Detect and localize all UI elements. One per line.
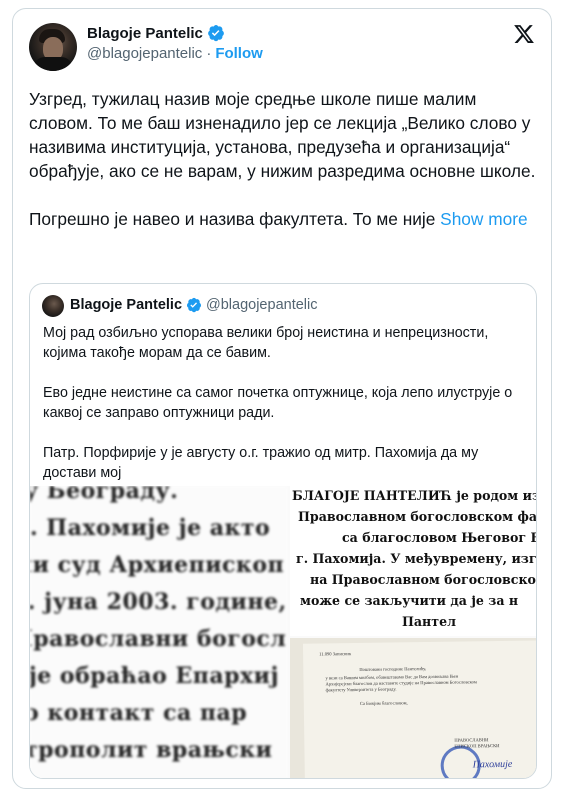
show-more-link[interactable]: Show more <box>440 209 527 229</box>
letter-line: 11.090 Записник <box>319 651 352 657</box>
document-line: Православном богословском фак <box>298 509 537 524</box>
document-line: са благословом Његовог В <box>342 530 537 545</box>
document-line: Пантел <box>402 614 456 629</box>
document-line: на Православном богословском ф <box>310 572 537 587</box>
author-avatar[interactable] <box>29 23 77 71</box>
letter-photo[interactable]: Пахомије 11.090 Записник Поштовани господ… <box>290 638 536 778</box>
letter-line: Поштовани господине Пантелићу, <box>359 666 427 672</box>
document-line: трополит врањски <box>30 737 273 763</box>
quoted-tweet[interactable]: Blagoje Pantelic @blagojepantelic Мој ра… <box>29 283 537 779</box>
letter-line: Са Божјим благословом, <box>359 700 408 706</box>
x-logo-icon[interactable] <box>513 23 535 45</box>
letter-line: ЕПИСКОП ВРАЊСКИ <box>454 743 500 749</box>
letter-line: Архијерејски благослов да наставите студ… <box>325 679 477 687</box>
separator-dot: · <box>206 45 212 62</box>
document-line: г. Пахомија. У међувремену, изгуби <box>296 551 537 566</box>
letter-paper: Пахомије 11.090 Записник Поштовани господ… <box>302 640 536 778</box>
tweet-text: Узгред, тужилац назив моје средње школе … <box>29 87 539 231</box>
signature: Пахомије <box>472 758 513 771</box>
author-name[interactable]: Blagoje Pantelic <box>87 25 203 42</box>
handle-row: @blagojepantelic · Follow <box>87 45 263 62</box>
tweet-body: Узгред, тужилац назив моје средње школе … <box>29 89 536 229</box>
letter-line: ПРАВОСЛАВНИ <box>454 737 489 743</box>
quoted-author-avatar[interactable] <box>42 295 64 317</box>
document-line: БЛАГОЈЕ ПАНТЕЛИЋ је родом из Епархи <box>292 488 536 503</box>
follow-button[interactable]: Follow <box>215 45 263 62</box>
letter-line: факултету Универзитета у Београду. <box>325 686 397 693</box>
verified-badge-icon <box>187 297 202 313</box>
document-line: Православни богосл <box>30 626 287 652</box>
document-line: ни суд Архиепископ <box>30 552 285 578</box>
document-photo-left[interactable]: р у Београду. г. Пахомије је акто ни суд А… <box>30 486 288 778</box>
quoted-header: Blagoje Pantelic @blagojepantelic <box>70 297 317 313</box>
document-photo-right-top[interactable]: БЛАГОЈЕ ПАНТЕЛИЋ је родом из Епархи Право… <box>290 486 537 636</box>
author-handle[interactable]: @blagojepantelic <box>87 45 202 62</box>
document-line: г. Пахомије је акто <box>30 515 271 541</box>
quoted-author-name[interactable]: Blagoje Pantelic <box>70 297 182 313</box>
document-line: 9. јуна 2003. године, <box>30 589 287 615</box>
document-line: ије обраћао Епархиј <box>30 663 279 689</box>
quoted-author-handle[interactable]: @blagojepantelic <box>206 297 317 313</box>
document-line: р у Београду. <box>30 486 179 504</box>
tweet-card[interactable]: Blagoje Pantelic @blagojepantelic · Foll… <box>12 8 552 789</box>
quoted-media[interactable]: р у Београду. г. Пахомије је акто ни суд А… <box>30 486 537 778</box>
quoted-text: Мој рад озбиљно успорава велики број неи… <box>43 325 513 481</box>
avatar-shirt <box>33 57 73 71</box>
document-line: може се закључити да је за н <box>300 593 519 608</box>
document-line: о контакт са пар <box>30 700 248 726</box>
author-name-row: Blagoje Pantelic <box>87 24 225 42</box>
verified-badge-icon <box>208 24 224 42</box>
